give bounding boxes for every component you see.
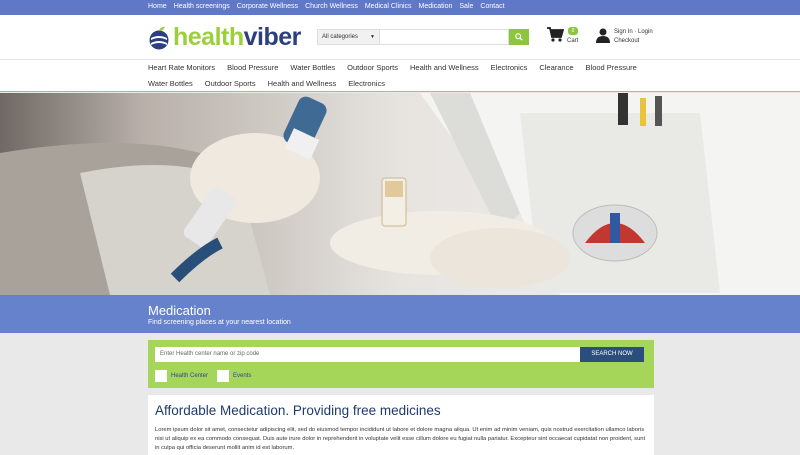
cart[interactable]: 0 Cart bbox=[547, 27, 578, 47]
category-heart-rate-monitors[interactable]: Heart Rate Monitors bbox=[148, 63, 215, 72]
topnav-sale[interactable]: Sale bbox=[459, 3, 473, 10]
hero-photo-illustration bbox=[0, 93, 800, 295]
search-button[interactable] bbox=[509, 29, 529, 45]
account[interactable]: Sign In · Login Checkout bbox=[596, 28, 653, 48]
article-body: Lorem ipsum dolor sit amet, consectetur … bbox=[155, 427, 646, 451]
category-electronics[interactable]: Electronics bbox=[491, 63, 528, 72]
cart-icon bbox=[547, 27, 565, 42]
article: Affordable Medication. Providing free me… bbox=[148, 395, 654, 455]
category-water-bottles[interactable]: Water Bottles bbox=[290, 63, 335, 72]
logo-part-health: health bbox=[173, 23, 244, 51]
checkout-link[interactable]: Checkout bbox=[614, 37, 653, 46]
page-subtitle: Find screening places at your nearest lo… bbox=[148, 319, 291, 326]
health-center-label: Health Center bbox=[171, 373, 209, 379]
category-clearance[interactable]: Clearance bbox=[539, 63, 573, 72]
caret-down-icon: ▼ bbox=[370, 34, 375, 40]
category-electronics-2[interactable]: Electronics bbox=[348, 79, 385, 88]
category-blood-pressure-2[interactable]: Blood Pressure bbox=[586, 63, 637, 72]
page-banner: Medication Find screening places at your… bbox=[0, 295, 800, 333]
category-blood-pressure[interactable]: Blood Pressure bbox=[227, 63, 278, 72]
events-checkbox[interactable] bbox=[217, 370, 229, 382]
search-now-button[interactable]: SEARCH NOW bbox=[580, 347, 644, 362]
leaf-logo-icon bbox=[149, 26, 169, 49]
signin-link[interactable]: Sign In · Login bbox=[614, 28, 653, 37]
category-health-and-wellness-2[interactable]: Health and Wellness bbox=[268, 79, 337, 88]
category-select[interactable]: All categories ▼ bbox=[317, 29, 380, 45]
category-outdoor-sports[interactable]: Outdoor Sports bbox=[347, 63, 398, 72]
events-label: Events bbox=[233, 373, 252, 379]
cart-count-badge: 0 bbox=[568, 27, 578, 35]
search-icon bbox=[515, 33, 523, 41]
logo-part-viber: viber bbox=[243, 23, 302, 51]
user-icon bbox=[596, 28, 610, 43]
category-select-label: All categories bbox=[322, 34, 359, 40]
topnav-contact[interactable]: Contact bbox=[480, 3, 504, 10]
category-outdoor-sports-2[interactable]: Outdoor Sports bbox=[205, 79, 256, 88]
logo[interactable]: healthviber bbox=[148, 23, 301, 52]
page-title: Medication bbox=[148, 303, 211, 318]
article-title: Affordable Medication. Providing free me… bbox=[155, 403, 441, 418]
product-search: All categories ▼ bbox=[317, 29, 529, 45]
search-input[interactable] bbox=[380, 29, 509, 45]
category-water-bottles-2[interactable]: Water Bottles bbox=[148, 79, 193, 88]
hero-image bbox=[0, 93, 800, 295]
health-center-checkbox[interactable] bbox=[155, 370, 167, 382]
topnav-medical-clinics[interactable]: Medical Clinics bbox=[365, 3, 412, 10]
health-center-filter[interactable]: Health Center bbox=[155, 370, 208, 382]
category-navigation: Heart Rate Monitors Blood Pressure Water… bbox=[0, 59, 800, 92]
topnav-corporate-wellness[interactable]: Corporate Wellness bbox=[237, 3, 298, 10]
topnav-health-screenings[interactable]: Health screenings bbox=[174, 3, 230, 10]
events-filter[interactable]: Events bbox=[217, 370, 251, 382]
location-search-input[interactable]: Enter Health center name or zip code bbox=[155, 347, 580, 362]
cart-label: Cart bbox=[567, 38, 579, 44]
category-health-and-wellness[interactable]: Health and Wellness bbox=[410, 63, 479, 72]
logo-wordmark: healthviber bbox=[173, 23, 301, 52]
topnav-home[interactable]: Home bbox=[148, 3, 167, 10]
top-navigation: Home Health screenings Corporate Wellnes… bbox=[0, 0, 800, 15]
location-finder: Enter Health center name or zip code SEA… bbox=[148, 340, 654, 388]
topnav-medication[interactable]: Medication bbox=[419, 3, 453, 10]
site-header: healthviber All categories ▼ 0 Cart Sign… bbox=[0, 15, 800, 59]
topnav-church-wellness[interactable]: Church Wellness bbox=[305, 3, 358, 10]
